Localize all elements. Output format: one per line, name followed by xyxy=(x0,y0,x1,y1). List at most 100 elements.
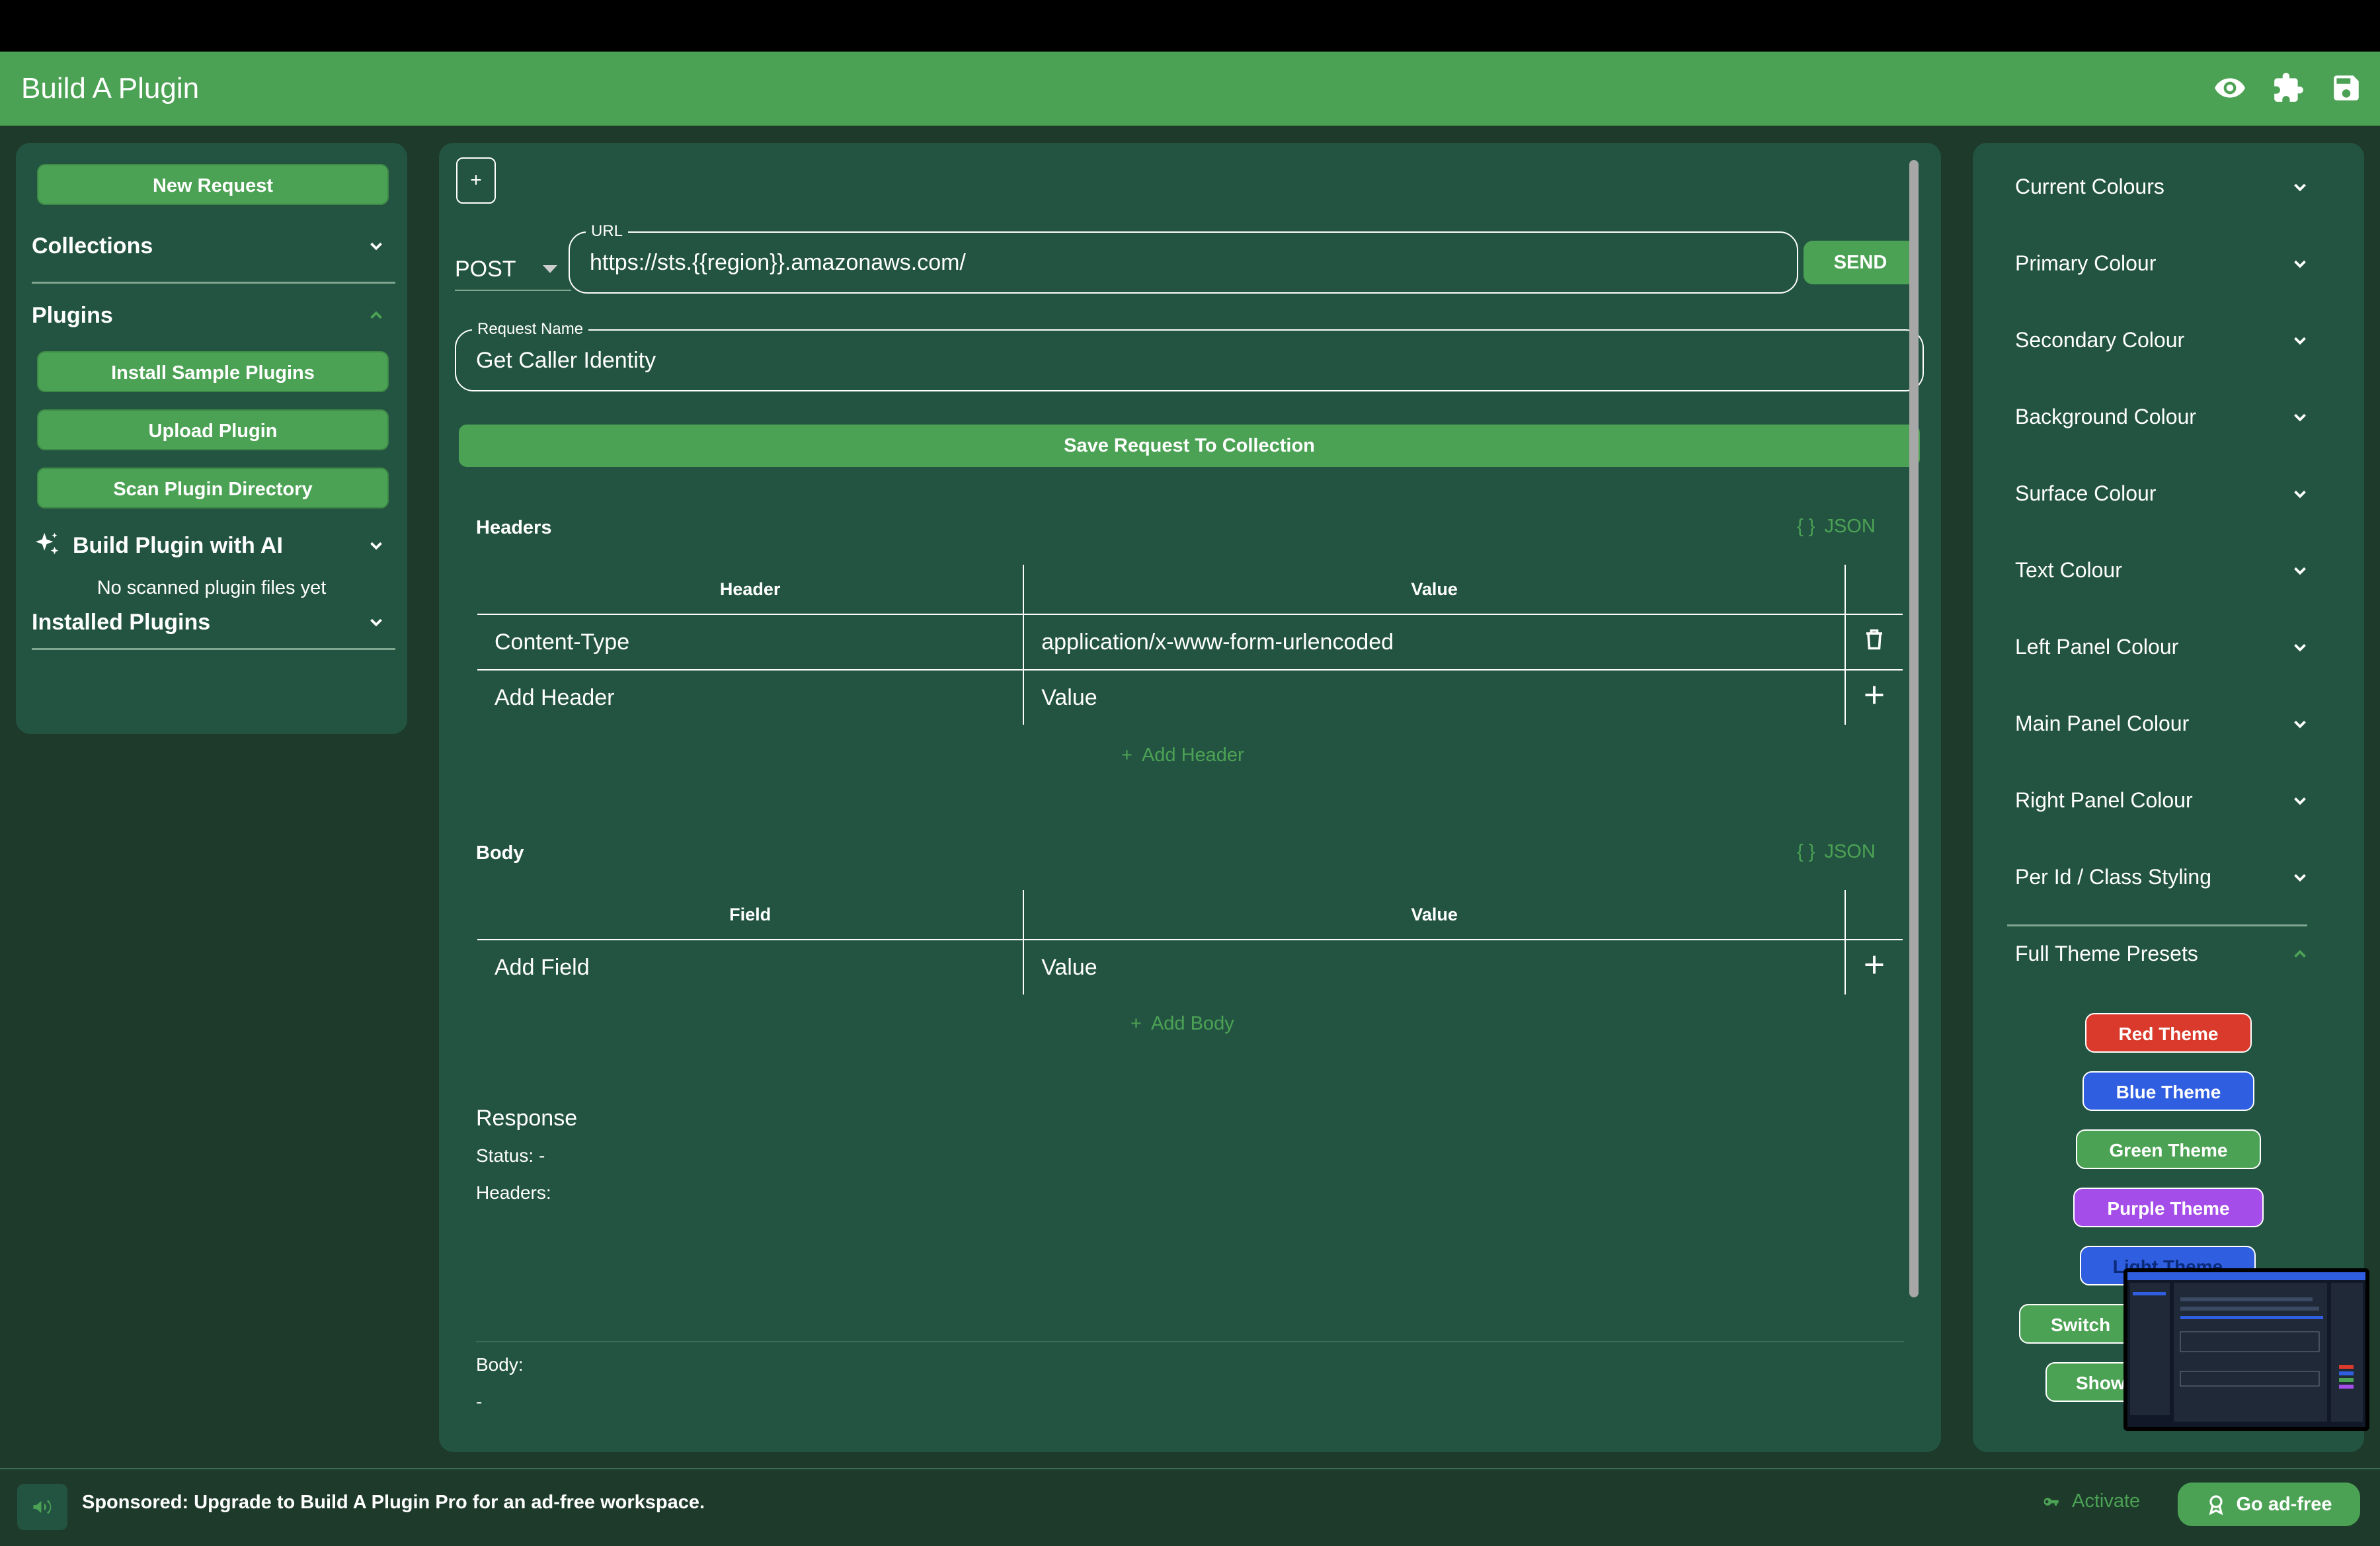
puzzle-icon[interactable] xyxy=(2272,71,2305,104)
collections-label: Collections xyxy=(32,233,153,259)
chevron-down-icon xyxy=(2294,490,2306,498)
purple-theme-button[interactable]: Purple Theme xyxy=(2073,1188,2264,1227)
divider xyxy=(32,648,395,650)
divider xyxy=(476,1341,1904,1342)
new-tab-button[interactable]: + xyxy=(456,157,496,204)
col-value: Value xyxy=(1023,565,1846,615)
green-theme-button[interactable]: Green Theme xyxy=(2076,1129,2261,1169)
col-field: Field xyxy=(477,890,1025,940)
chevron-down-icon xyxy=(2294,643,2306,651)
item-label: Left Panel Colour xyxy=(2015,635,2179,659)
add-header-link[interactable]: + Add Header xyxy=(1121,745,1244,766)
headers-title: Headers xyxy=(476,517,552,538)
plus-icon xyxy=(1865,956,1884,973)
scrollbar[interactable] xyxy=(1909,160,1919,1297)
primary-colour-item[interactable]: Primary Colour xyxy=(2015,251,2310,276)
table-row-new: Add Field Value xyxy=(477,939,1903,995)
surface-colour-item[interactable]: Surface Colour xyxy=(2015,481,2310,506)
screenshot-thumbnail[interactable] xyxy=(2123,1268,2369,1431)
headers-table: Header Value Content-Type application/x-… xyxy=(476,563,1904,726)
chevron-up-icon xyxy=(2294,950,2306,957)
new-request-button[interactable]: New Request xyxy=(37,164,389,205)
response-status: Status: - xyxy=(476,1145,545,1166)
table-header-row: Field Value xyxy=(477,890,1903,940)
new-field-value-input[interactable]: Value xyxy=(1023,939,1846,995)
add-body-link[interactable]: + Add Body xyxy=(1130,1013,1234,1035)
text-colour-item[interactable]: Text Colour xyxy=(2015,558,2310,583)
ad-text: Sponsored: Upgrade to Build A Plugin Pro… xyxy=(82,1492,705,1513)
build-plugin-ai-header[interactable]: Build Plugin with AI xyxy=(32,519,386,572)
plus-icon xyxy=(1865,686,1884,704)
full-theme-presets-item[interactable]: Full Theme Presets xyxy=(2015,942,2310,966)
new-header-key-input[interactable]: Add Header xyxy=(477,669,1025,725)
plugins-label: Plugins xyxy=(32,302,113,328)
delete-row-button[interactable] xyxy=(1844,614,1903,671)
response-body-value: - xyxy=(476,1391,483,1412)
activate-label: Activate xyxy=(2072,1490,2141,1512)
left-panel-colour-item[interactable]: Left Panel Colour xyxy=(2015,635,2310,659)
add-body-label: Add Body xyxy=(1150,1013,1234,1034)
ad-bar: Sponsored: Upgrade to Build A Plugin Pro… xyxy=(0,1468,2380,1546)
body-json-toggle[interactable]: { } JSON xyxy=(1797,841,1876,863)
col-actions xyxy=(1844,565,1903,615)
response-body-label: Body: xyxy=(476,1354,524,1375)
plugins-header[interactable]: Plugins xyxy=(32,289,386,342)
chevron-down-icon xyxy=(2294,183,2306,191)
table-row: Content-Type application/x-www-form-urle… xyxy=(477,614,1903,671)
installed-plugins-header[interactable]: Installed Plugins xyxy=(32,599,386,645)
send-button[interactable]: SEND xyxy=(1804,241,1917,284)
red-theme-button[interactable]: Red Theme xyxy=(2085,1013,2252,1053)
collections-header[interactable]: Collections xyxy=(32,220,386,272)
item-label: Background Colour xyxy=(2015,405,2196,428)
add-row-button[interactable] xyxy=(1844,669,1903,725)
response-title: Response xyxy=(476,1106,578,1131)
col-header: Header xyxy=(477,565,1025,615)
braces-icon: { } xyxy=(1797,841,1815,862)
chevron-down-icon xyxy=(370,618,382,627)
item-label: Main Panel Colour xyxy=(2015,712,2190,735)
method-select[interactable]: POST xyxy=(455,249,571,291)
activate-link[interactable]: Activate xyxy=(2039,1490,2140,1512)
header-key-cell[interactable]: Content-Type xyxy=(477,614,1025,671)
add-row-button[interactable] xyxy=(1844,939,1903,995)
app-title: Build A Plugin xyxy=(21,72,200,104)
upload-plugin-button[interactable]: Upload Plugin xyxy=(37,409,389,450)
chevron-down-icon xyxy=(2294,874,2306,881)
item-label: Text Colour xyxy=(2015,558,2122,582)
new-header-value-input[interactable]: Value xyxy=(1023,669,1846,725)
item-label: Surface Colour xyxy=(2015,481,2157,505)
per-id-class-styling-item[interactable]: Per Id / Class Styling xyxy=(2015,865,2310,889)
main-panel: + POST URL https://sts.{{region}}.amazon… xyxy=(439,143,1941,1452)
col-value: Value xyxy=(1023,890,1846,940)
eye-icon[interactable] xyxy=(2213,71,2246,104)
new-field-key-input[interactable]: Add Field xyxy=(477,939,1025,995)
request-name-field[interactable]: Request Name Get Caller Identity xyxy=(455,320,1924,391)
main-panel-colour-item[interactable]: Main Panel Colour xyxy=(2015,712,2310,736)
right-panel-colour-item[interactable]: Right Panel Colour xyxy=(2015,788,2310,813)
scan-plugin-directory-button[interactable]: Scan Plugin Directory xyxy=(37,468,389,509)
chevron-down-icon xyxy=(2294,797,2306,805)
trash-icon xyxy=(1866,629,1883,649)
headers-json-toggle[interactable]: { } JSON xyxy=(1797,516,1876,538)
table-row-new: Add Header Value xyxy=(477,669,1903,725)
installed-plugins-label: Installed Plugins xyxy=(32,609,211,635)
current-colours-item[interactable]: Current Colours xyxy=(2015,175,2310,199)
go-ad-free-button[interactable]: Go ad-free xyxy=(2178,1483,2360,1526)
system-top-bar xyxy=(0,0,2380,52)
secondary-colour-item[interactable]: Secondary Colour xyxy=(2015,328,2310,352)
header-value-cell[interactable]: application/x-www-form-urlencoded xyxy=(1023,614,1846,671)
save-to-collection-button[interactable]: Save Request To Collection xyxy=(459,425,1920,467)
table-header-row: Header Value xyxy=(477,565,1903,615)
right-panel: Current Colours Primary Colour Secondary… xyxy=(1973,143,2364,1452)
install-sample-plugins-button[interactable]: Install Sample Plugins xyxy=(37,351,389,392)
col-actions xyxy=(1844,890,1903,940)
blue-theme-button[interactable]: Blue Theme xyxy=(2082,1071,2254,1111)
url-field[interactable]: URL https://sts.{{region}}.amazonaws.com… xyxy=(569,222,1798,294)
item-label: Per Id / Class Styling xyxy=(2015,865,2211,889)
save-icon[interactable] xyxy=(2330,71,2363,104)
left-panel: New Request Collections Plugins Install … xyxy=(16,143,407,734)
background-colour-item[interactable]: Background Colour xyxy=(2015,405,2310,429)
chevron-up-icon xyxy=(370,311,382,319)
chevron-down-icon xyxy=(370,542,382,550)
item-label: Right Panel Colour xyxy=(2015,788,2193,812)
